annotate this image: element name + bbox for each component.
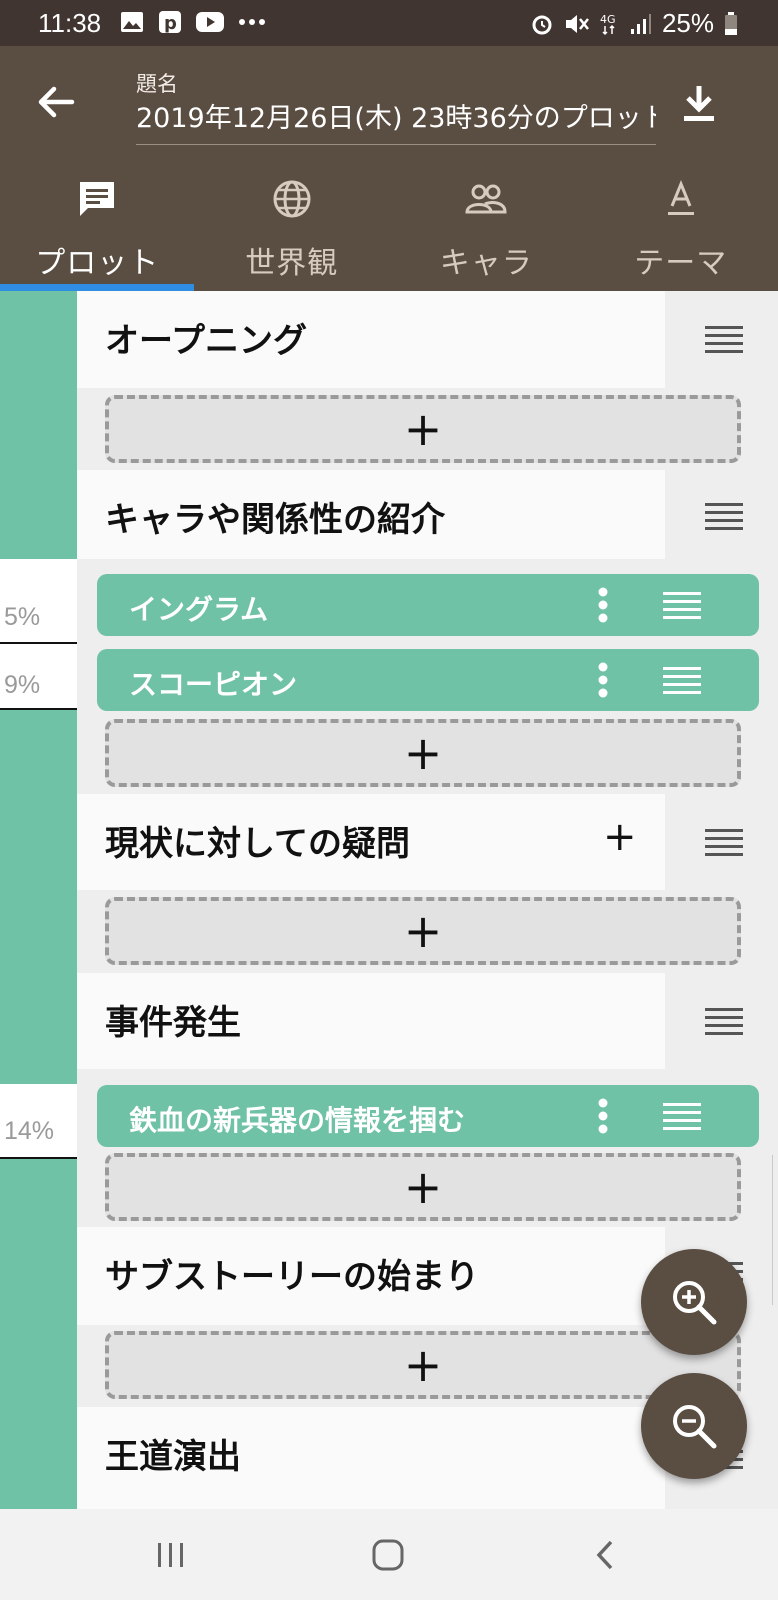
drag-handle-icon[interactable]	[663, 591, 701, 619]
system-nav-bar	[0, 1509, 778, 1600]
drag-handle-icon[interactable]	[663, 1102, 701, 1130]
mute-icon	[565, 14, 589, 33]
section-title: オープニング	[105, 321, 307, 361]
plus-icon: +	[403, 1338, 443, 1392]
tab-label: テーマ	[634, 246, 728, 281]
zoom-out-button[interactable]	[641, 1373, 747, 1479]
zoom-in-icon	[673, 1281, 717, 1325]
4g-icon: 4G	[600, 13, 616, 35]
home-icon[interactable]	[372, 1539, 404, 1571]
section-title: 事件発生	[105, 1003, 241, 1043]
kebab-menu-icon[interactable]	[597, 586, 609, 624]
section-row[interactable]: 事件発生	[77, 973, 778, 1069]
tab-theme[interactable]: テーマ	[584, 168, 778, 291]
add-card-button[interactable]: +	[105, 1153, 741, 1221]
tab-indicator	[0, 284, 194, 291]
section-row[interactable]: キャラや関係性の紹介	[77, 470, 778, 559]
section-title: サブストーリーの始まり	[105, 1257, 479, 1297]
handle-column	[665, 470, 778, 559]
rail-line	[0, 642, 77, 644]
battery-icon	[725, 11, 737, 35]
kebab-menu-icon[interactable]	[597, 661, 609, 699]
percent-marker: 5%	[4, 603, 41, 631]
progress-rail	[0, 291, 77, 1509]
plus-icon: +	[403, 726, 443, 780]
add-card-button[interactable]: +	[105, 395, 741, 463]
card-title: イングラム	[129, 593, 269, 626]
section-title: 現状に対しての疑問	[105, 824, 410, 864]
add-area: +	[77, 890, 778, 973]
section-row[interactable]: 現状に対しての疑問 +	[77, 794, 778, 890]
tab-bar: プロット 世界観 キャラ テーマ	[0, 168, 778, 291]
title-label: 題名	[136, 72, 178, 96]
signal-icon	[630, 13, 651, 34]
more-icon	[239, 19, 265, 25]
handle-column	[665, 291, 778, 388]
globe-icon	[273, 180, 311, 218]
add-area: +	[77, 388, 778, 470]
percent-marker: 9%	[4, 671, 41, 699]
image-icon	[121, 12, 143, 32]
drag-handle-icon[interactable]	[705, 828, 743, 856]
plus-icon: +	[403, 402, 443, 456]
section-title: キャラや関係性の紹介	[105, 500, 445, 540]
zoom-in-button[interactable]	[641, 1249, 747, 1355]
alarm-icon	[532, 15, 552, 34]
kebab-menu-icon[interactable]	[597, 1097, 609, 1135]
rail-line	[0, 708, 77, 710]
add-card-button[interactable]: +	[105, 897, 741, 965]
drag-handle-icon[interactable]	[663, 666, 701, 694]
status-bar: 11:38 p 4G 25%	[0, 0, 778, 46]
tab-characters[interactable]: キャラ	[389, 168, 584, 291]
text-a-icon	[667, 180, 694, 215]
p-app-icon: p	[159, 11, 181, 34]
rail-line	[0, 1157, 77, 1159]
people-icon	[465, 184, 507, 214]
svg-text:4G: 4G	[600, 13, 616, 26]
add-card-button[interactable]: +	[105, 1331, 741, 1399]
app-bar: 題名 2019年12月26日(木) 23時36分のプロット プロット 世界観 キ…	[0, 46, 778, 291]
recents-icon[interactable]	[156, 1541, 186, 1569]
battery-percent: 25%	[661, 8, 714, 38]
drag-handle-icon[interactable]	[705, 325, 743, 353]
handle-column	[665, 973, 778, 1069]
plot-card[interactable]: 鉄血の新兵器の情報を掴む	[97, 1085, 759, 1147]
tab-label: 世界観	[245, 246, 339, 281]
plot-card[interactable]: スコーピオン	[97, 649, 759, 711]
tab-plot[interactable]: プロット	[0, 168, 195, 291]
plus-icon: +	[403, 904, 443, 958]
tab-world[interactable]: 世界観	[195, 168, 390, 291]
plot-card[interactable]: イングラム	[97, 574, 759, 636]
svg-text:p: p	[164, 13, 177, 34]
zoom-out-icon	[673, 1405, 717, 1449]
percent-marker: 14%	[4, 1117, 55, 1145]
tab-label: キャラ	[439, 246, 533, 281]
arrow-left-icon[interactable]	[32, 78, 80, 126]
download-icon[interactable]	[676, 80, 722, 126]
youtube-icon	[196, 12, 224, 32]
status-time: 11:38	[38, 8, 102, 38]
add-card-plus-icon[interactable]: +	[603, 814, 637, 860]
handle-column	[665, 794, 778, 890]
plus-icon: +	[403, 1160, 443, 1214]
back-icon[interactable]	[594, 1539, 616, 1571]
section-title: 王道演出	[105, 1437, 241, 1477]
drag-handle-icon[interactable]	[705, 502, 743, 530]
scrollbar[interactable]	[772, 1155, 778, 1305]
add-card-button[interactable]: +	[105, 719, 741, 787]
title-input[interactable]: 2019年12月26日(木) 23時36分のプロット	[136, 96, 656, 145]
drag-handle-icon[interactable]	[705, 1007, 743, 1035]
tab-label: プロット	[35, 246, 160, 281]
card-title: スコーピオン	[129, 668, 298, 701]
section-row[interactable]: オープニング	[77, 291, 778, 388]
card-title: 鉄血の新兵器の情報を掴む	[129, 1104, 466, 1137]
chat-icon	[80, 182, 115, 216]
